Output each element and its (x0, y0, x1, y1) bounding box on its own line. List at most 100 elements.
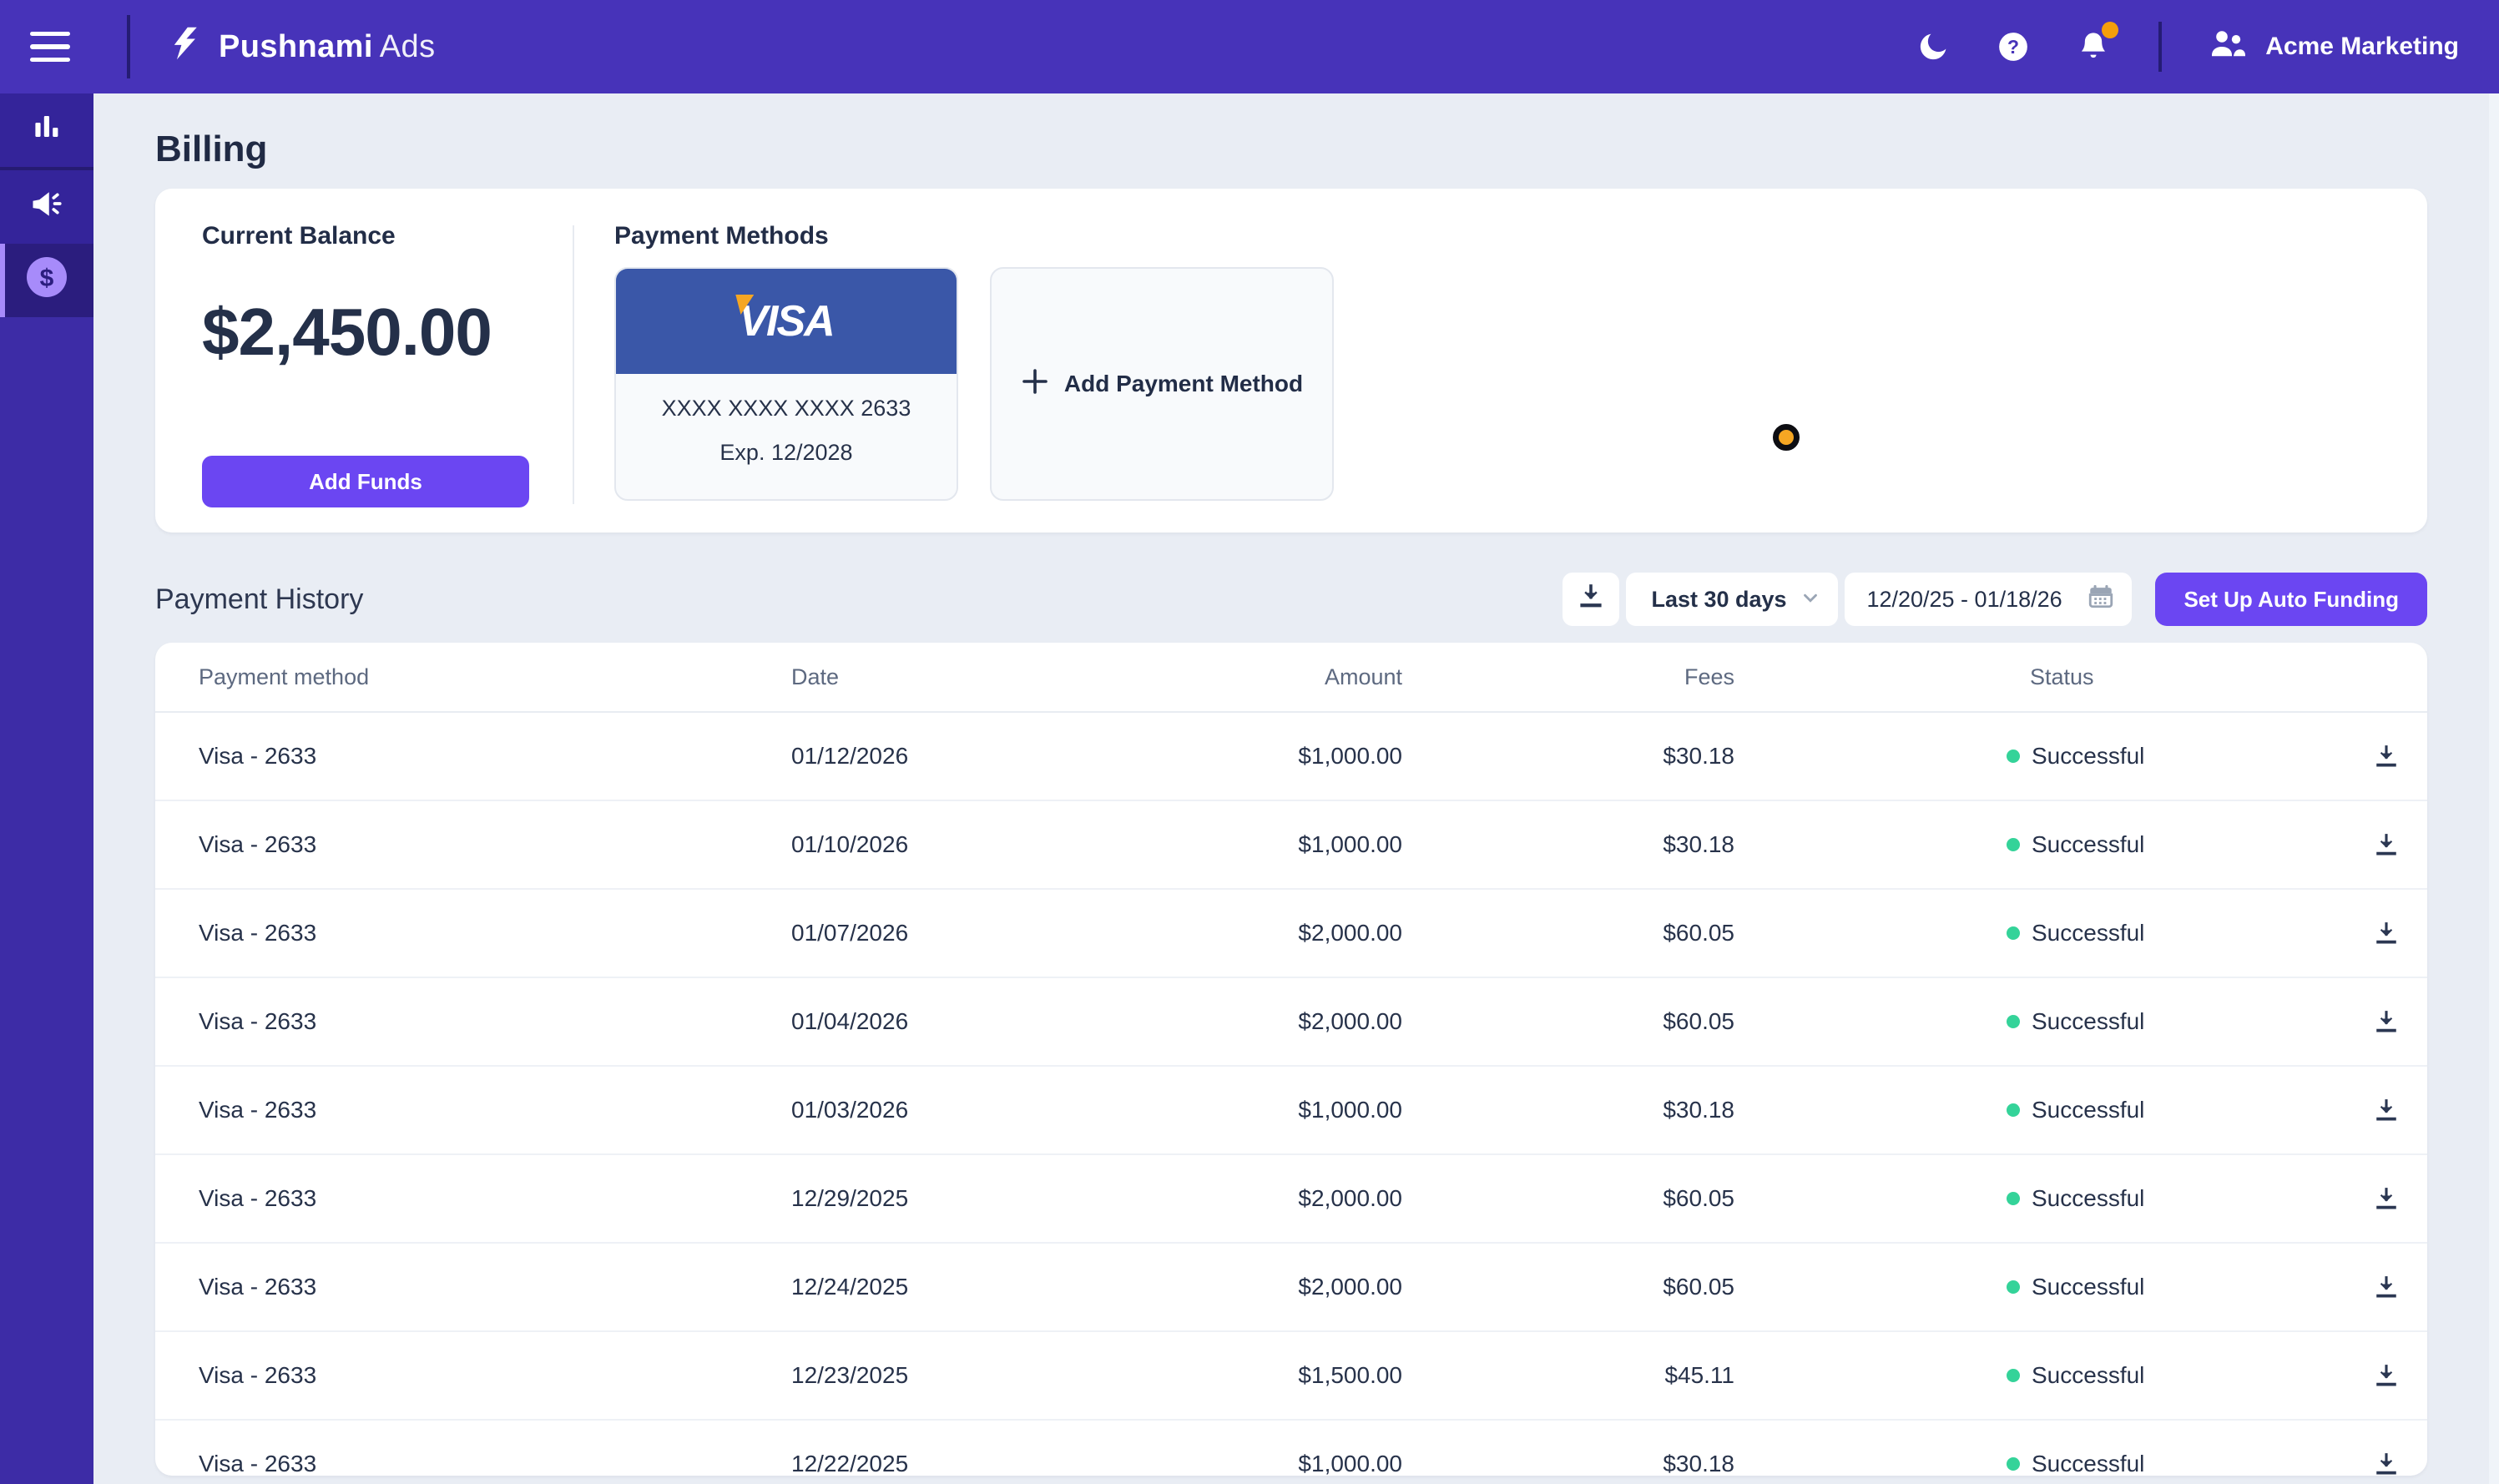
cell-status: Successful (1734, 1362, 2337, 1389)
status-dot (2007, 1280, 2020, 1294)
payment-history-heading: Payment History (155, 583, 1563, 616)
setup-auto-funding-button[interactable]: Set Up Auto Funding (2155, 573, 2427, 626)
payment-methods-heading: Payment Methods (614, 222, 1334, 250)
payment-history-toolbar: Payment History Last 30 days 12/20/25 - … (155, 573, 2427, 626)
table-header-row: Payment method Date Amount Fees Status (155, 643, 2427, 713)
cell-payment-method: Visa - 2633 (199, 1274, 791, 1300)
add-funds-button[interactable]: Add Funds (202, 456, 529, 507)
cell-amount: $1,000.00 (1125, 831, 1402, 858)
cell-amount: $2,000.00 (1125, 1008, 1402, 1035)
date-range-select[interactable]: Last 30 days (1626, 573, 1838, 626)
column-header-amount: Amount (1125, 664, 1402, 690)
download-receipt-button[interactable] (2369, 739, 2404, 774)
app-logo[interactable]: PushnamiAds (167, 25, 435, 68)
sidebar-item-campaigns[interactable] (0, 170, 93, 244)
sidebar: $ (0, 93, 93, 1484)
help-icon[interactable]: ? (1995, 28, 2032, 65)
status-dot (2007, 1457, 2020, 1471)
header-divider (127, 15, 130, 78)
column-header-fees: Fees (1402, 664, 1734, 690)
table-row: Visa - 2633 12/24/2025 $2,000.00 $60.05 … (155, 1244, 2427, 1332)
cell-payment-method: Visa - 2633 (199, 1097, 791, 1123)
status-dot (2007, 926, 2020, 940)
payment-history-table: Payment method Date Amount Fees Status V… (155, 643, 2427, 1476)
cell-payment-method: Visa - 2633 (199, 1362, 791, 1389)
date-range-input[interactable]: 12/20/25 - 01/18/26 (1845, 573, 2132, 626)
cell-status: Successful (1734, 831, 2337, 858)
table-row: Visa - 2633 01/03/2026 $1,000.00 $30.18 … (155, 1067, 2427, 1155)
status-label: Successful (2032, 920, 2144, 946)
cell-amount: $2,000.00 (1125, 1185, 1402, 1212)
dark-mode-icon[interactable] (1915, 28, 1951, 65)
download-receipt-button[interactable] (2369, 916, 2404, 951)
status-dot (2007, 750, 2020, 763)
cell-payment-method: Visa - 2633 (199, 1185, 791, 1212)
download-receipt-button[interactable] (2369, 1093, 2404, 1128)
logo-text: PushnamiAds (219, 29, 435, 65)
page-title: Billing (155, 129, 2427, 170)
status-dot (2007, 1015, 2020, 1028)
table-body: Visa - 2633 01/12/2026 $1,000.00 $30.18 … (155, 713, 2427, 1476)
cell-date: 01/03/2026 (791, 1097, 1125, 1123)
cell-fees: $60.05 (1402, 1274, 1734, 1300)
cell-payment-method: Visa - 2633 (199, 1008, 791, 1035)
card-brand-banner: VISA (616, 269, 957, 374)
status-label: Successful (2032, 1274, 2144, 1300)
add-payment-method-button[interactable]: Add Payment Method (990, 267, 1334, 501)
column-header-date: Date (791, 664, 1125, 690)
cell-fees: $45.11 (1402, 1362, 1734, 1389)
users-icon (2209, 27, 2249, 67)
balance-amount: $2,450.00 (202, 294, 573, 371)
cell-date: 01/12/2026 (791, 743, 1125, 770)
table-row: Visa - 2633 12/29/2025 $2,000.00 $60.05 … (155, 1155, 2427, 1244)
date-range-select-value: Last 30 days (1651, 587, 1786, 613)
app-window: PushnamiAds ? Acme Marketing (0, 0, 2499, 1484)
cell-date: 12/22/2025 (791, 1451, 1125, 1476)
cell-payment-method: Visa - 2633 (199, 1451, 791, 1476)
sidebar-item-billing[interactable]: $ (0, 244, 93, 317)
download-receipt-button[interactable] (2369, 1181, 2404, 1216)
scrollbar-track[interactable] (2489, 93, 2499, 1484)
header-divider (2158, 22, 2162, 72)
saved-card-tile[interactable]: VISA XXXX XXXX XXXX 2633 Exp. 12/2028 (614, 267, 958, 501)
calendar-icon (2087, 582, 2115, 617)
status-dot (2007, 1103, 2020, 1117)
cell-fees: $60.05 (1402, 920, 1734, 946)
cell-date: 01/04/2026 (791, 1008, 1125, 1035)
cell-payment-method: Visa - 2633 (199, 743, 791, 770)
svg-text:?: ? (2007, 36, 2019, 58)
column-header-status: Status (1734, 664, 2337, 690)
cell-date: 12/24/2025 (791, 1274, 1125, 1300)
cell-payment-method: Visa - 2633 (199, 831, 791, 858)
status-label: Successful (2032, 1008, 2144, 1035)
table-row: Visa - 2633 01/07/2026 $2,000.00 $60.05 … (155, 890, 2427, 978)
export-button[interactable] (1563, 573, 1619, 626)
cell-status: Successful (1734, 1185, 2337, 1212)
sidebar-item-analytics[interactable] (0, 93, 93, 167)
table-row: Visa - 2633 01/04/2026 $2,000.00 $60.05 … (155, 978, 2427, 1067)
download-receipt-button[interactable] (2369, 827, 2404, 862)
table-row: Visa - 2633 12/23/2025 $1,500.00 $45.11 … (155, 1332, 2427, 1421)
account-switcher[interactable]: Acme Marketing (2209, 27, 2459, 67)
status-label: Successful (2032, 1185, 2144, 1212)
download-receipt-button[interactable] (2369, 1358, 2404, 1393)
notification-badge (2102, 22, 2118, 38)
download-receipt-button[interactable] (2369, 1269, 2404, 1305)
menu-icon[interactable] (30, 32, 70, 62)
cell-status: Successful (1734, 920, 2337, 946)
notifications-bell-icon[interactable] (2075, 28, 2112, 65)
cell-date: 01/07/2026 (791, 920, 1125, 946)
status-dot (2007, 838, 2020, 851)
cell-date: 01/10/2026 (791, 831, 1125, 858)
cell-fees: $30.18 (1402, 1097, 1734, 1123)
cell-amount: $1,000.00 (1125, 1097, 1402, 1123)
date-range-value: 12/20/25 - 01/18/26 (1866, 587, 2062, 613)
dollar-circle-icon: $ (25, 255, 68, 305)
download-receipt-button[interactable] (2369, 1004, 2404, 1039)
cell-fees: $60.05 (1402, 1008, 1734, 1035)
current-balance-section: Current Balance $2,450.00 Add Funds (202, 222, 573, 507)
status-label: Successful (2032, 1451, 2144, 1476)
cell-date: 12/23/2025 (791, 1362, 1125, 1389)
cell-amount: $1,000.00 (1125, 1451, 1402, 1476)
download-receipt-button[interactable] (2369, 1446, 2404, 1476)
